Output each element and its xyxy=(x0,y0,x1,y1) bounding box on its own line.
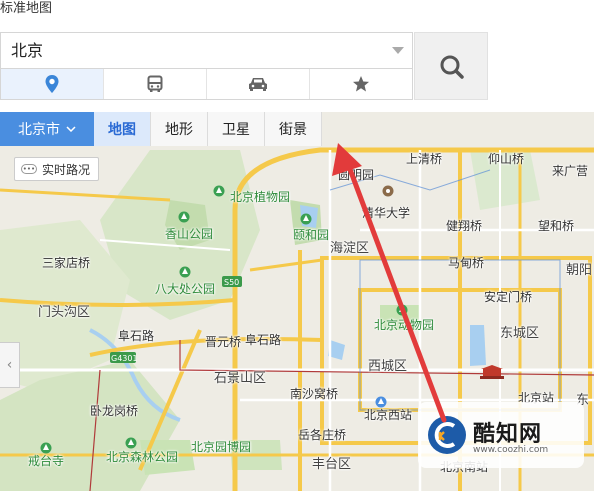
mode-tabs xyxy=(0,69,413,100)
search-icon xyxy=(440,55,464,79)
star-icon xyxy=(353,76,369,92)
search-box[interactable] xyxy=(0,32,413,69)
annotation-arrow xyxy=(332,143,447,423)
map-canvas[interactable]: 上清桥 仰山桥 来广营 圆明园 北京植物园 清华大学 健翔桥 望和桥 香山公园 … xyxy=(0,112,594,491)
search-button[interactable] xyxy=(414,32,488,100)
tab-favorites[interactable] xyxy=(310,69,412,99)
car-icon xyxy=(249,78,267,91)
dropdown-caret-icon[interactable] xyxy=(392,47,404,54)
tab-location[interactable] xyxy=(1,69,104,99)
window-title: 标准地图 xyxy=(0,1,53,16)
bus-icon xyxy=(147,75,163,92)
tab-bus[interactable] xyxy=(104,69,207,99)
location-pin-icon xyxy=(45,75,59,93)
tab-car[interactable] xyxy=(207,69,310,99)
search-input[interactable] xyxy=(1,33,381,68)
search-panel xyxy=(0,32,488,100)
